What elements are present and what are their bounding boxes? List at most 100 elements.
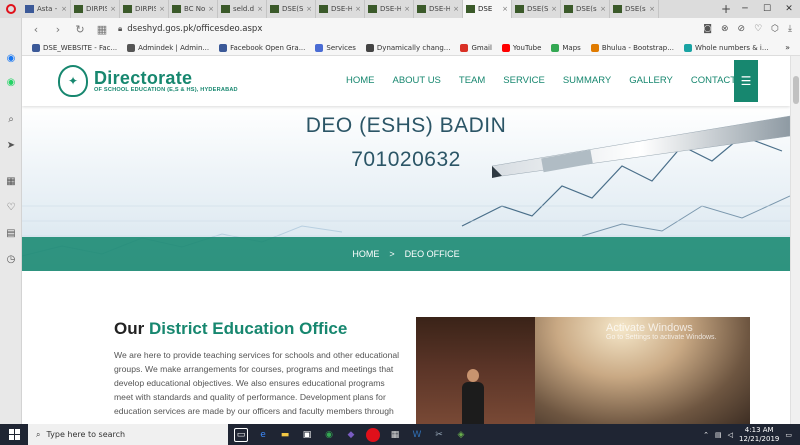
- new-tab-button[interactable]: +: [718, 2, 734, 16]
- chrome-icon[interactable]: ◉: [322, 428, 336, 442]
- nav-team[interactable]: TEAM: [459, 75, 485, 86]
- notifications-icon[interactable]: ▭: [785, 431, 792, 439]
- tab-close-icon[interactable]: ×: [355, 5, 361, 13]
- browser-tab[interactable]: DSE-Hy×: [414, 0, 463, 18]
- tab-close-icon[interactable]: ×: [649, 5, 655, 13]
- messenger-icon[interactable]: ◉: [5, 52, 17, 64]
- network-icon[interactable]: ▤: [715, 431, 722, 439]
- browser-tab[interactable]: DSE-Hy×: [365, 0, 414, 18]
- browser-tab[interactable]: DSE(S) -×: [267, 0, 316, 18]
- scrollbar-thumb[interactable]: [793, 76, 799, 104]
- word-icon[interactable]: W: [410, 428, 424, 442]
- browser-tab[interactable]: BC Nom×: [169, 0, 218, 18]
- bookmark-label: Services: [326, 43, 356, 52]
- heart-icon[interactable]: ♡: [5, 201, 17, 213]
- bookmark-item[interactable]: Maps: [551, 43, 581, 52]
- send-icon[interactable]: ➤: [5, 139, 17, 151]
- tab-close-icon[interactable]: ×: [306, 5, 312, 13]
- heart-bookmark-icon[interactable]: ♡: [754, 24, 762, 34]
- news-icon[interactable]: ▤: [5, 227, 17, 239]
- browser-tab[interactable]: seld.dse×: [218, 0, 267, 18]
- bookmark-item[interactable]: Bhulua - Bootstrap...: [590, 43, 674, 52]
- download-icon[interactable]: ⤓: [788, 24, 792, 34]
- tab-close-icon[interactable]: ×: [61, 5, 67, 13]
- speed-dial-icon[interactable]: ▦: [5, 175, 17, 187]
- tab-close-icon[interactable]: ×: [257, 5, 263, 13]
- bookmark-item[interactable]: DSE_WEBSITE - Fac...: [32, 43, 118, 52]
- task-view-icon[interactable]: ▭: [234, 427, 248, 442]
- browser-tab[interactable]: DSE(s) I×: [610, 0, 659, 18]
- extensions-icon[interactable]: ⬡: [771, 24, 779, 34]
- opera-taskbar-icon[interactable]: [366, 427, 380, 442]
- reload-icon[interactable]: ↻: [74, 23, 86, 36]
- site-logo[interactable]: ✦ Directorate OF SCHOOL EDUCATION (E,S &…: [58, 65, 238, 97]
- bookmark-item[interactable]: Services: [315, 43, 356, 52]
- page-scrollbar[interactable]: [790, 56, 800, 424]
- back-icon[interactable]: ‹: [30, 23, 42, 36]
- file-explorer-icon[interactable]: ▬: [278, 428, 292, 442]
- bookmark-label: YouTube: [512, 43, 542, 52]
- calculator-icon[interactable]: ▦: [388, 428, 402, 442]
- bookmark-item[interactable]: Dynamically chang...: [365, 43, 450, 52]
- nav-summary[interactable]: SUMMARY: [563, 75, 611, 86]
- tab-close-icon[interactable]: ×: [404, 5, 410, 13]
- camera-icon[interactable]: ◙: [703, 24, 712, 34]
- maximize-icon[interactable]: ☐: [756, 0, 778, 18]
- taskbar-search[interactable]: ⌕ Type here to search: [28, 424, 228, 445]
- url-field[interactable]: 🔒︎ dseshyd.gos.pk/officesdeo.aspx: [118, 24, 262, 34]
- lock-icon: 🔒︎: [118, 24, 123, 33]
- bookmark-item[interactable]: Whole numbers & i...: [683, 43, 769, 52]
- tray-chevron-icon[interactable]: ⌃: [703, 431, 709, 439]
- edge-icon[interactable]: e: [256, 428, 270, 442]
- store-icon[interactable]: ▣: [300, 428, 314, 442]
- snipping-icon[interactable]: ✂: [432, 428, 446, 442]
- dse-favicon-icon: [368, 5, 377, 13]
- bookmark-label: DSE_WEBSITE - Fac...: [43, 43, 118, 52]
- address-bar: ‹ › ↻ ▦ 🔒︎ dseshyd.gos.pk/officesdeo.asp…: [22, 18, 800, 40]
- close-icon[interactable]: ✕: [778, 0, 800, 18]
- windows-start-icon[interactable]: [0, 424, 28, 445]
- browser-tab[interactable]: DSE-Hy×: [316, 0, 365, 18]
- tab-close-icon[interactable]: ×: [110, 5, 116, 13]
- block-icon[interactable]: ⊗: [721, 24, 729, 34]
- app-icon[interactable]: ◈: [454, 428, 468, 442]
- bookmark-item[interactable]: Admindek | Admin...: [127, 43, 209, 52]
- bookmarks-overflow-button[interactable]: »: [785, 43, 800, 52]
- visual-studio-icon[interactable]: ◆: [344, 428, 358, 442]
- history-icon[interactable]: ◷: [5, 253, 17, 265]
- minimize-icon[interactable]: ─: [734, 0, 756, 18]
- bookmark-item[interactable]: Facebook Open Gra...: [219, 43, 305, 52]
- browser-tab[interactable]: DIRPIS ×: [71, 0, 120, 18]
- tab-close-icon[interactable]: ×: [502, 5, 508, 13]
- browser-tab[interactable]: DIRPIS ×: [120, 0, 169, 18]
- tab-close-icon[interactable]: ×: [551, 5, 557, 13]
- tab-label: DSE-Hy: [429, 5, 450, 13]
- browser-tab[interactable]: Asta - B×: [22, 0, 71, 18]
- search-icon[interactable]: ⌕: [5, 113, 17, 125]
- tab-close-icon[interactable]: ×: [159, 5, 165, 13]
- tab-close-icon[interactable]: ×: [208, 5, 214, 13]
- volume-icon[interactable]: ◁: [728, 431, 733, 439]
- tab-close-icon[interactable]: ×: [453, 5, 459, 13]
- tab-close-icon[interactable]: ×: [600, 5, 606, 13]
- opera-logo-icon[interactable]: [0, 0, 22, 18]
- tabs-grid-icon[interactable]: ▦: [96, 23, 108, 36]
- hamburger-menu-icon[interactable]: ☰: [734, 60, 758, 102]
- breadcrumb-home-link[interactable]: HOME: [352, 249, 379, 259]
- browser-tab[interactable]: DSE(S) I×: [512, 0, 561, 18]
- logo-title: Directorate: [94, 68, 193, 88]
- browser-tab[interactable]: DSE(s) I×: [561, 0, 610, 18]
- taskbar-clock[interactable]: 4:13 AM 12/21/2019: [739, 426, 779, 444]
- forward-icon[interactable]: ›: [52, 23, 64, 36]
- system-tray: ⌃ ▤ ◁ 4:13 AM 12/21/2019 ▭: [703, 426, 800, 444]
- nav-about-us[interactable]: ABOUT US: [393, 75, 441, 86]
- bookmark-item[interactable]: Gmail: [460, 43, 492, 52]
- whatsapp-icon[interactable]: ◉: [5, 76, 17, 88]
- bookmark-item[interactable]: YouTube: [501, 43, 542, 52]
- browser-tab[interactable]: DSE ×: [463, 0, 512, 18]
- nav-home[interactable]: HOME: [346, 75, 375, 86]
- nav-service[interactable]: SERVICE: [503, 75, 545, 86]
- vpn-icon[interactable]: ⊘: [738, 24, 746, 34]
- clock-time: 4:13 AM: [744, 425, 774, 434]
- nav-gallery[interactable]: GALLERY: [629, 75, 673, 86]
